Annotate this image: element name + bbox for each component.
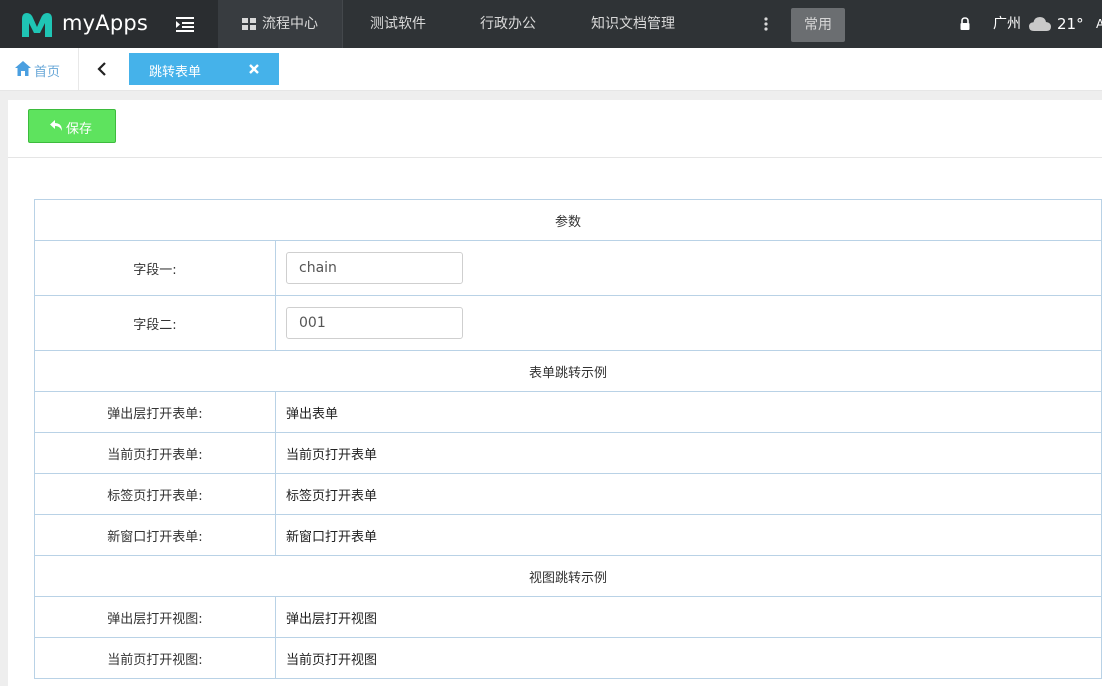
lock-icon[interactable] (958, 16, 972, 32)
nav-item-label: 知识文档管理 (591, 16, 675, 32)
section-header-view-jump: 视图跳转示例 (34, 555, 1102, 597)
tab-home[interactable]: 首页 (0, 48, 79, 90)
field2-cell (275, 295, 1102, 351)
nav-item-knowledge-docs[interactable]: 知识文档管理 (566, 0, 700, 48)
app-logo-icon (22, 13, 52, 37)
tab-form-link[interactable]: 标签页打开表单 (286, 489, 377, 504)
nav-item-label: 流程中心 (262, 16, 318, 32)
row-label: 标签页打开表单: (34, 473, 276, 515)
home-icon (15, 61, 31, 76)
current-page-view-link[interactable]: 当前页打开视图 (286, 653, 377, 668)
tab-jump-form[interactable]: 跳转表单 (129, 53, 279, 85)
field1-input[interactable] (286, 252, 463, 284)
form-table: 参数 字段一: 字段二: 表单跳转示例 弹出层打开表单: 弹出表单 当前页打开表… (34, 199, 1102, 679)
cloud-icon (1029, 17, 1051, 31)
row-label: 当前页打开视图: (34, 637, 276, 679)
app-name: myApps (62, 11, 149, 35)
content-panel: 保存 参数 字段一: 字段二: 表单跳转示例 弹出层打开表单: 弹出表单 当前页… (8, 100, 1102, 686)
row-label: 当前页打开表单: (34, 432, 276, 474)
nav-item-test-software[interactable]: 测试软件 (342, 0, 454, 48)
section-header-form-jump: 表单跳转示例 (34, 350, 1102, 392)
row-label: 弹出层打开视图: (34, 596, 276, 638)
weather-city: 广州 (993, 16, 1021, 32)
current-page-form-link[interactable]: 当前页打开表单 (286, 448, 377, 463)
nav-item-label: 行政办公 (480, 16, 536, 32)
new-window-form-link[interactable]: 新窗口打开表单 (286, 530, 377, 545)
popup-view-link[interactable]: 弹出层打开视图 (286, 612, 377, 627)
menu-toggle-icon[interactable] (172, 14, 198, 34)
back-arrow-icon[interactable] (94, 61, 110, 77)
row-value: 标签页打开表单 (275, 473, 1102, 515)
weather-temp: 21° (1057, 15, 1084, 33)
top-bar: myApps 流程中心 测试软件 行政办公 知识文档管理 常用 广州 21° A (0, 0, 1102, 48)
grid-icon (242, 18, 256, 30)
row-value: 新窗口打开表单 (275, 514, 1102, 556)
row-value: 当前页打开表单 (275, 432, 1102, 474)
field1-cell (275, 240, 1102, 296)
row-label: 弹出层打开表单: (34, 391, 276, 433)
tab-bar: 首页 跳转表单 (0, 48, 1102, 91)
field1-label: 字段一: (34, 240, 276, 296)
reply-arrow-icon (50, 120, 62, 131)
row-value: 当前页打开视图 (275, 637, 1102, 679)
row-value: 弹出层打开视图 (275, 596, 1102, 638)
nav-item-process-center[interactable]: 流程中心 (218, 0, 343, 48)
row-label: 新窗口打开表单: (34, 514, 276, 556)
tab-home-label: 首页 (34, 65, 61, 80)
field2-input[interactable] (286, 307, 463, 339)
nav-item-admin-office[interactable]: 行政办公 (456, 0, 560, 48)
form-toolbar: 保存 (8, 100, 1102, 158)
more-vertical-icon[interactable] (758, 14, 774, 34)
row-value: 弹出表单 (275, 391, 1102, 433)
save-button[interactable]: 保存 (28, 109, 116, 143)
common-button[interactable]: 常用 (791, 8, 845, 42)
section-header-params: 参数 (34, 199, 1102, 241)
field2-label: 字段二: (34, 295, 276, 351)
tab-label: 跳转表单 (149, 65, 202, 80)
logo[interactable]: myApps (0, 0, 218, 48)
save-button-label: 保存 (66, 122, 93, 137)
nav-item-label: 测试软件 (370, 16, 426, 32)
overflow-label: A (1096, 17, 1102, 31)
popup-form-link[interactable]: 弹出表单 (286, 407, 338, 422)
close-icon[interactable] (247, 62, 261, 76)
